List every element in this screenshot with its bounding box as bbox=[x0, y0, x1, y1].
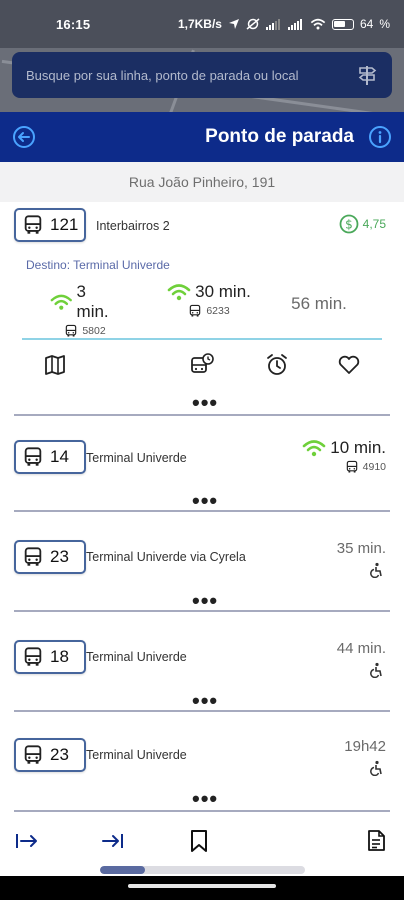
home-indicator[interactable] bbox=[128, 884, 276, 888]
bus-icon bbox=[22, 546, 44, 568]
route-badge[interactable]: 23 bbox=[14, 738, 86, 772]
arrival-time: 35 min. bbox=[336, 540, 386, 557]
route-badge[interactable]: 23 bbox=[14, 540, 86, 574]
destination: Terminal Univerde bbox=[86, 650, 187, 664]
arrival-time: 19h42 bbox=[344, 738, 386, 755]
search-input[interactable] bbox=[26, 67, 356, 83]
arrivals-list[interactable]: 121 Interbairros 2 $ 4,75 Destino: Termi… bbox=[0, 202, 404, 812]
fare: $ 4,75 bbox=[339, 214, 386, 234]
info-icon[interactable] bbox=[368, 125, 392, 149]
live-signal-icon bbox=[302, 439, 326, 457]
vehicle-number: 5802 bbox=[82, 325, 106, 337]
battery-icon bbox=[331, 18, 354, 30]
status-time: 16:15 bbox=[56, 16, 91, 32]
arrival: 10 min. 4910 bbox=[302, 438, 386, 474]
arrival-2: 30 min. 6233 bbox=[164, 282, 254, 318]
route-name: Interbairros 2 bbox=[96, 219, 170, 233]
wheelchair-accessible-icon bbox=[368, 662, 384, 678]
svg-text:$: $ bbox=[345, 218, 353, 232]
more-options-button[interactable]: ••• bbox=[192, 788, 218, 810]
bus-icon bbox=[22, 646, 44, 668]
list-item-expanded[interactable]: 121 Interbairros 2 $ 4,75 Destino: Termi… bbox=[14, 202, 390, 416]
map-background[interactable] bbox=[0, 48, 404, 112]
last-page-icon[interactable] bbox=[100, 828, 126, 854]
map-icon[interactable] bbox=[42, 352, 68, 378]
search-bar[interactable] bbox=[12, 52, 392, 98]
route-number: 23 bbox=[50, 745, 69, 764]
wheelchair-accessible-icon bbox=[368, 760, 384, 776]
arrival-time: 30 min. bbox=[195, 282, 251, 301]
bus-icon bbox=[345, 460, 359, 474]
arrival-time: 10 min. bbox=[330, 438, 386, 457]
bottom-nav bbox=[0, 812, 404, 870]
system-nav-bar bbox=[0, 876, 404, 900]
route-number: 14 bbox=[50, 447, 69, 466]
arrival-time: 3 min. bbox=[76, 282, 109, 321]
status-indicators: 1,7KB/s 64% bbox=[177, 17, 390, 31]
sync-off-icon bbox=[246, 18, 260, 30]
bus-icon bbox=[188, 304, 202, 318]
live-signal-icon bbox=[167, 283, 191, 301]
arrival-time: 56 min. bbox=[291, 294, 347, 313]
bus-icon bbox=[22, 446, 44, 468]
vehicle-number: 4910 bbox=[362, 461, 386, 473]
list-item[interactable]: 14 Terminal Univerde 10 min. 4910 ••• bbox=[14, 424, 390, 512]
app-bar: Ponto de parada bbox=[0, 112, 404, 162]
destination: Destino: Terminal Univerde bbox=[26, 258, 170, 272]
divider bbox=[22, 338, 382, 340]
more-options-button[interactable]: ••• bbox=[192, 590, 218, 612]
destination: Terminal Univerde via Cyrela bbox=[86, 550, 246, 564]
live-signal-icon bbox=[50, 293, 73, 311]
first-page-icon[interactable] bbox=[14, 828, 40, 854]
more-options-button[interactable]: ••• bbox=[192, 690, 218, 712]
more-options-button[interactable]: ••• bbox=[192, 490, 218, 512]
route-number: 121 bbox=[50, 215, 79, 234]
bus-schedule-icon[interactable] bbox=[189, 352, 215, 378]
list-item[interactable]: 18 Terminal Univerde 44 min. ••• bbox=[14, 622, 390, 712]
list-item[interactable]: 23 Terminal Univerde 19h42 ••• bbox=[14, 722, 390, 812]
route-badge[interactable]: 18 bbox=[14, 640, 86, 674]
status-bar: 16:15 1,7KB/s 64% bbox=[0, 0, 404, 48]
favorite-heart-icon[interactable] bbox=[336, 352, 362, 378]
document-list-icon[interactable] bbox=[364, 828, 390, 854]
signpost-icon[interactable] bbox=[356, 64, 378, 86]
signal-bars-icon bbox=[265, 19, 280, 30]
list-item[interactable]: 23 Terminal Univerde via Cyrela 35 min. … bbox=[14, 522, 390, 612]
network-speed: 1,7KB/s bbox=[177, 17, 222, 31]
more-options-button[interactable]: ••• bbox=[192, 392, 218, 414]
route-number: 18 bbox=[50, 647, 69, 666]
route-badge[interactable]: 14 bbox=[14, 440, 86, 474]
bus-icon bbox=[64, 324, 78, 338]
vehicle-number: 6233 bbox=[206, 305, 230, 317]
arrow-left-circle-icon[interactable] bbox=[12, 125, 36, 149]
destination: Terminal Univerde bbox=[86, 748, 187, 762]
wheelchair-accessible-icon bbox=[368, 562, 384, 578]
battery-percent: 64 bbox=[359, 17, 374, 31]
bus-icon bbox=[22, 214, 44, 236]
fare-value: 4,75 bbox=[362, 217, 386, 231]
signal-bars-2-icon bbox=[287, 19, 302, 30]
bookmark-icon[interactable] bbox=[186, 828, 212, 854]
route-badge[interactable]: 121 bbox=[14, 208, 86, 242]
arrival-3: 56 min. bbox=[284, 294, 354, 314]
arrival-time: 44 min. bbox=[336, 640, 386, 657]
scroll-progress-fill bbox=[100, 866, 146, 874]
wifi-status-icon bbox=[310, 18, 326, 30]
page-title: Ponto de parada bbox=[205, 126, 354, 147]
scroll-progress bbox=[100, 866, 305, 874]
money-icon: $ bbox=[339, 214, 359, 234]
location-arrow-icon bbox=[228, 19, 239, 29]
route-number: 23 bbox=[50, 547, 69, 566]
arrival-1: 3 min. 5802 bbox=[50, 282, 120, 338]
bus-icon bbox=[22, 744, 44, 766]
stop-address: Rua João Pinheiro, 191 bbox=[0, 162, 404, 202]
destination: Terminal Univerde bbox=[86, 451, 187, 465]
alarm-icon[interactable] bbox=[264, 352, 290, 378]
